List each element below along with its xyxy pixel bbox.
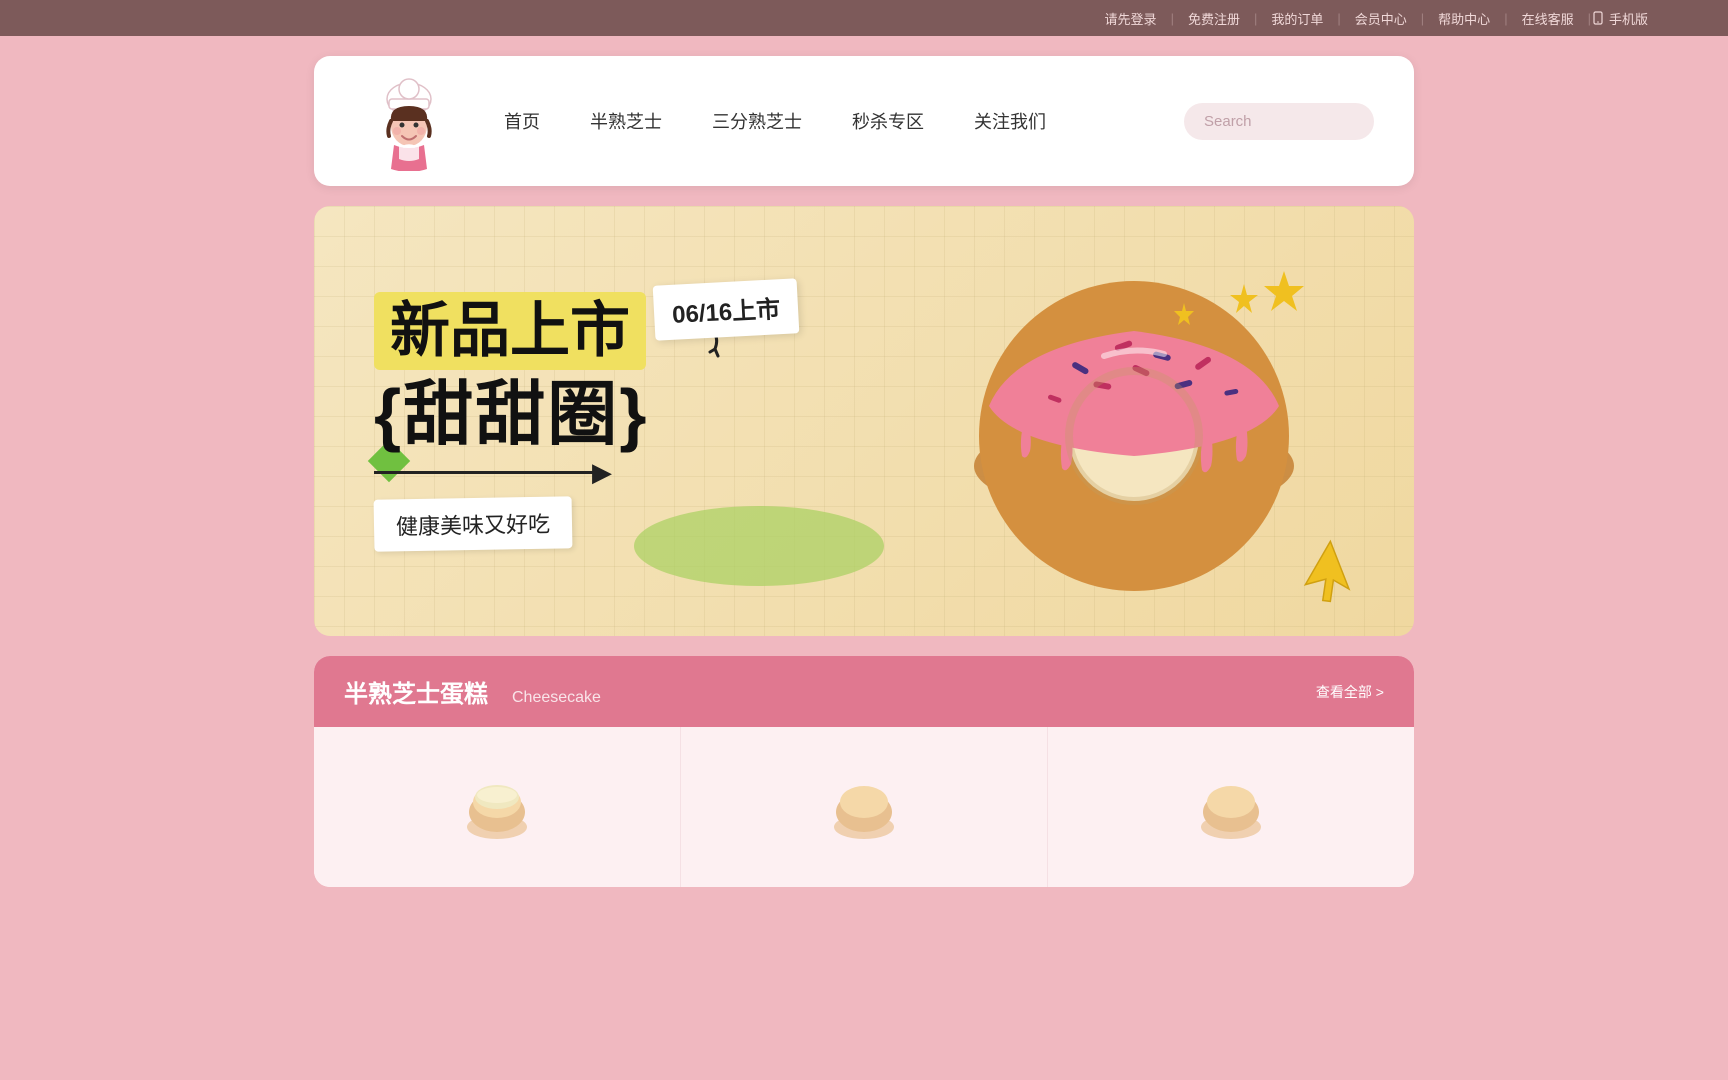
brand-logo bbox=[359, 71, 459, 171]
orders-link[interactable]: 我的订单 bbox=[1257, 9, 1337, 28]
logo-area[interactable] bbox=[354, 66, 464, 176]
top-bar: 请先登录 | 免费注册 | 我的订单 | 会员中心 | 帮助中心 | 在线客服 … bbox=[0, 0, 1728, 36]
mobile-link[interactable]: 手机版 bbox=[1591, 9, 1648, 28]
membership-link[interactable]: 会员中心 bbox=[1341, 9, 1421, 28]
product-placeholder-1 bbox=[457, 767, 537, 847]
register-link[interactable]: 免费注册 bbox=[1174, 9, 1254, 28]
sparkle-decoration-3 bbox=[1169, 301, 1199, 331]
product-placeholder-3 bbox=[1191, 767, 1271, 847]
section-title-chinese: 半熟芝士蛋糕 bbox=[344, 674, 488, 709]
date-badge: 06/16上市 bbox=[653, 278, 800, 340]
nav-home[interactable]: 首页 bbox=[504, 108, 540, 134]
view-all-link[interactable]: 查看全部 > bbox=[1316, 682, 1384, 702]
header: 首页 半熟芝士 三分熟芝士 秒杀专区 关注我们 bbox=[314, 56, 1414, 186]
hero-banner: 06/16上市 新品上市 {甜甜圈} ▶ 健康美味又好吃 bbox=[314, 206, 1414, 636]
product-placeholder-2 bbox=[824, 767, 904, 847]
product-card-3[interactable] bbox=[1048, 727, 1414, 887]
mobile-phone-icon bbox=[1591, 11, 1605, 25]
banner-title-line1: 新品上市 bbox=[390, 297, 630, 364]
help-link[interactable]: 帮助中心 bbox=[1424, 9, 1504, 28]
mobile-label: 手机版 bbox=[1609, 9, 1648, 28]
product-card-2[interactable] bbox=[681, 727, 1048, 887]
nav-three-cheese[interactable]: 三分熟芝士 bbox=[712, 108, 802, 134]
nav-follow[interactable]: 关注我们 bbox=[974, 108, 1046, 134]
main-nav: 首页 半熟芝士 三分熟芝士 秒杀专区 关注我们 bbox=[504, 108, 1184, 134]
sparkle-decoration-2 bbox=[1224, 281, 1264, 322]
service-link[interactable]: 在线客服 bbox=[1508, 9, 1588, 28]
nav-flash-sale[interactable]: 秒杀专区 bbox=[852, 108, 924, 134]
login-link[interactable]: 请先登录 bbox=[1091, 9, 1171, 28]
cheesecake-section: 半熟芝士蛋糕 Cheesecake 查看全部 > bbox=[314, 656, 1414, 887]
product-card-1[interactable] bbox=[314, 727, 681, 887]
search-input[interactable] bbox=[1184, 103, 1374, 140]
nav-half-cheese[interactable]: 半熟芝士 bbox=[590, 108, 662, 134]
section-title-english: Cheesecake bbox=[512, 689, 601, 707]
section-header: 半熟芝士蛋糕 Cheesecake 查看全部 > bbox=[314, 656, 1414, 727]
products-row bbox=[314, 727, 1414, 887]
banner-subtitle: 健康美味又好吃 bbox=[374, 496, 573, 551]
donut-image-area bbox=[894, 226, 1374, 636]
